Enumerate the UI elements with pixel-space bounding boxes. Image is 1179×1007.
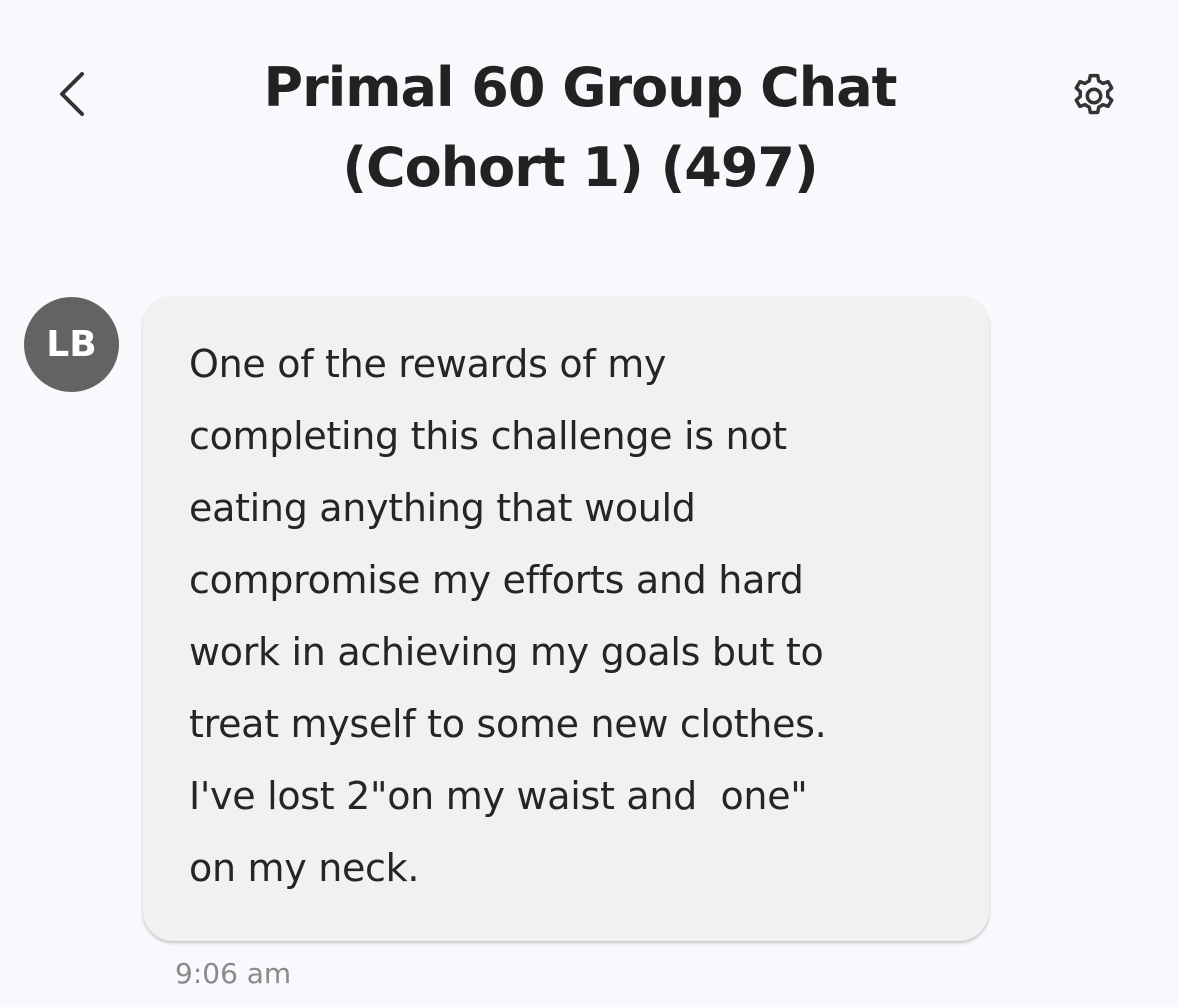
message-bubble[interactable]: One of the rewards of my completing this…	[143, 296, 989, 941]
gear-icon	[1074, 73, 1114, 115]
message-timestamp: 9:06 am	[175, 957, 292, 990]
avatar-initials: LB	[46, 324, 97, 365]
message-text: One of the rewards of my completing this…	[189, 342, 827, 890]
avatar[interactable]: LB	[24, 297, 119, 392]
settings-button[interactable]	[1062, 64, 1126, 128]
chat-header: Primal 60 Group Chat (Cohort 1) (497)	[0, 0, 1179, 230]
back-button[interactable]	[40, 62, 104, 126]
page-title: Primal 60 Group Chat (Cohort 1) (497)	[263, 56, 898, 199]
chevron-left-icon	[60, 72, 84, 116]
